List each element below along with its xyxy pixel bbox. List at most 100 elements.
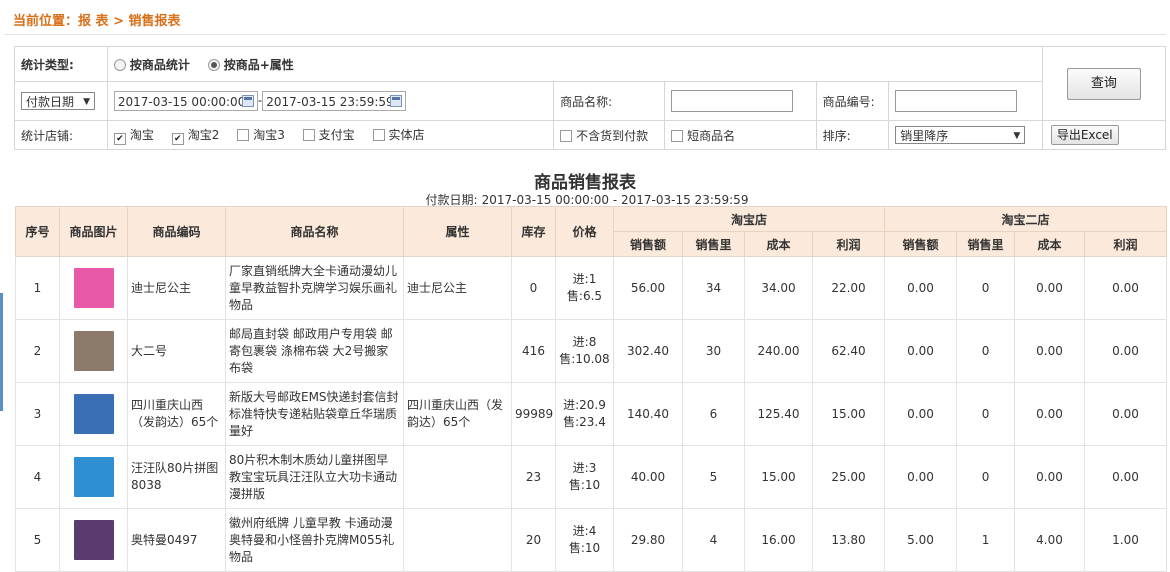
product-name-input[interactable] <box>671 90 794 112</box>
date-end-input[interactable]: 2017-03-15 23:59:59 <box>262 91 407 111</box>
row-price: 进:4 售:10 <box>555 508 614 572</box>
product-code-cell <box>888 81 1043 121</box>
row-seq: 2 <box>15 319 60 383</box>
row-seq: 3 <box>15 382 60 446</box>
date-start-input[interactable]: 2017-03-15 00:00:00 <box>113 91 258 111</box>
s2-cost: 0.00 <box>1014 319 1086 383</box>
row-seq: 4 <box>15 445 60 509</box>
product-thumbnail[interactable] <box>73 268 114 308</box>
s2-cost: 0.00 <box>1014 256 1086 320</box>
s2-profit: 1.00 <box>1084 508 1168 572</box>
checkbox-checked-icon[interactable]: ✔ <box>171 132 184 145</box>
product-thumbnail[interactable] <box>73 520 114 560</box>
stat-type-by-product-attr[interactable]: 按商品+属性 <box>207 58 294 72</box>
checkbox-icon[interactable] <box>560 129 573 142</box>
row-stock: 99989 <box>511 382 556 446</box>
col-group-taobao2: 淘宝二店 <box>884 206 1168 232</box>
checkbox-icon[interactable] <box>372 128 385 141</box>
row-attr <box>403 508 512 572</box>
col-sales: 销售额 <box>613 231 683 257</box>
s2-sales: 0.00 <box>884 445 958 509</box>
checkbox-icon[interactable] <box>671 129 684 142</box>
stat-type-label: 统计类型: <box>14 46 108 82</box>
s2-profit: 0.00 <box>1084 445 1168 509</box>
col-name: 商品名称 <box>225 206 404 257</box>
s1-sales: 40.00 <box>613 445 683 509</box>
s1-cost: 16.00 <box>744 508 813 572</box>
table-row: 5 奥特曼0497 徽州府纸牌 儿童早教 卡通动漫奥特曼和小怪兽扑克牌M055礼物品… <box>15 508 1168 572</box>
breadcrumb-path[interactable]: 报 表 > 销售报表 <box>78 14 180 29</box>
s2-sales: 5.00 <box>884 508 958 572</box>
store-taobao[interactable]: ✔ 淘宝 <box>113 128 154 145</box>
col-group-taobao: 淘宝店 <box>612 206 886 232</box>
s2-sales: 0.00 <box>884 256 958 320</box>
table-row: 3 四川重庆山西（发韵达）65个 新版大号邮政EMS快递封套信封标准特快专递粘贴袋章… <box>15 382 1168 446</box>
checkbox-icon[interactable] <box>302 128 315 141</box>
left-edge-accent <box>0 293 3 411</box>
s1-sales: 56.00 <box>613 256 683 320</box>
checkbox-checked-icon[interactable]: ✔ <box>113 132 126 145</box>
row-stock: 0 <box>511 256 556 320</box>
product-thumbnail[interactable] <box>73 394 114 434</box>
short-name-checkbox[interactable]: 短商品名 <box>671 129 735 143</box>
row-image-cell <box>59 445 128 509</box>
store-taobao2[interactable]: ✔ 淘宝2 <box>171 128 219 145</box>
export-excel-button[interactable]: 导出Excel <box>1050 125 1119 145</box>
s2-profit: 0.00 <box>1084 382 1168 446</box>
s1-sales: 29.80 <box>613 508 683 572</box>
s1-profit: 15.00 <box>811 382 886 446</box>
table-row: 4 汪汪队80片拼图8038 80片积木制木质幼儿童拼图早教宝宝玩具汪汪队立大功卡通… <box>15 445 1168 509</box>
radio-selected-icon[interactable] <box>207 58 220 71</box>
s1-profit: 13.80 <box>811 508 886 572</box>
col-stock: 库存 <box>511 206 556 257</box>
stat-type-options: 按商品统计 按商品+属性 <box>106 46 1043 82</box>
stat-type-by-product[interactable]: 按商品统计 <box>113 58 190 72</box>
col-sales: 销售额 <box>884 231 958 257</box>
row-code: 汪汪队80片拼图8038 <box>127 445 226 509</box>
s2-cost: 4.00 <box>1014 508 1086 572</box>
row-stock: 416 <box>511 319 556 383</box>
date-type-select[interactable]: 付款日期 ▼ <box>21 92 95 110</box>
sort-select[interactable]: 销里降序 ▼ <box>895 126 1026 144</box>
radio-icon[interactable] <box>113 58 126 71</box>
exclude-cod-checkbox[interactable]: 不含货到付款 <box>560 129 648 143</box>
store-taobao3[interactable]: 淘宝3 <box>237 128 285 142</box>
report-title: 商品销售报表 <box>534 173 636 193</box>
row-attr: 四川重庆山西（发韵达）65个 <box>403 382 512 446</box>
price-out: 售:10 <box>568 541 601 555</box>
product-thumbnail[interactable] <box>73 331 114 371</box>
row-code: 奥特曼0497 <box>127 508 226 572</box>
s2-profit: 0.00 <box>1084 319 1168 383</box>
store-physical[interactable]: 实体店 <box>372 128 425 142</box>
breadcrumb-divider <box>4 34 1166 35</box>
filter-panel: 统计类型: 按商品统计 按商品+属性 查询 付款日期 ▼ 2017-03-15 0… <box>14 46 1167 150</box>
row-stock: 23 <box>511 445 556 509</box>
s2-sales: 0.00 <box>884 382 958 446</box>
s1-qty: 4 <box>682 508 745 572</box>
table-row: 2 大二号 邮局直封袋 邮政用户专用袋 邮寄包裹袋 涤棉布袋 大2号搬家布袋 416 进… <box>15 319 1168 383</box>
col-image: 商品图片 <box>59 206 128 257</box>
col-attr: 属性 <box>403 206 512 257</box>
report-subtitle-range: 2017-03-15 00:00:00 - 2017-03-15 23:59:5… <box>481 193 749 207</box>
s1-sales: 302.40 <box>613 319 683 383</box>
product-thumbnail[interactable] <box>73 457 114 497</box>
checkbox-icon[interactable] <box>237 128 250 141</box>
row-price: 进:20.9 售:23.4 <box>555 382 614 446</box>
breadcrumb-prefix: 当前位置： <box>13 14 79 29</box>
row-price: 进:3 售:10 <box>555 445 614 509</box>
table-row: 1 迪士尼公主 厂家直销纸牌大全卡通动漫幼儿童早教益智扑克牌学习娱乐画礼物品 迪士尼公… <box>15 256 1168 320</box>
price-out: 售:6.5 <box>566 289 603 303</box>
col-code: 商品编码 <box>127 206 226 257</box>
sort-cell: 销里降序 ▼ <box>888 120 1043 150</box>
row-product-name: 徽州府纸牌 儿童早教 卡通动漫奥特曼和小怪兽扑克牌M055礼物品 <box>225 508 404 572</box>
product-code-input[interactable] <box>895 90 1018 112</box>
sort-label: 排序: <box>815 120 890 150</box>
row-product-name: 邮局直封袋 邮政用户专用袋 邮寄包裹袋 涤棉布袋 大2号搬家布袋 <box>225 319 404 383</box>
query-button[interactable]: 查询 <box>1066 67 1141 100</box>
calendar-icon[interactable] <box>241 95 254 107</box>
store-alipay[interactable]: 支付宝 <box>302 128 355 142</box>
col-profit: 利润 <box>811 231 886 257</box>
col-qty: 销售里 <box>956 231 1016 257</box>
calendar-icon[interactable] <box>390 95 403 107</box>
col-price: 价格 <box>555 206 614 257</box>
